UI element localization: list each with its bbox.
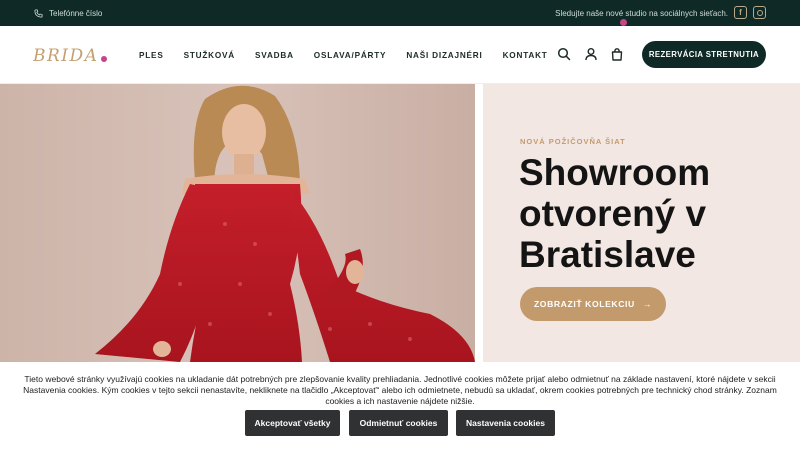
nav-stuzkova[interactable]: STUŽKOVÁ: [184, 51, 235, 60]
cookie-text: Tieto webové stránky využívajú cookies n…: [23, 374, 777, 406]
instagram-icon[interactable]: [753, 6, 766, 19]
search-icon[interactable]: [557, 47, 571, 61]
nav-ples[interactable]: PLES: [139, 51, 164, 60]
hero-eyebrow: NOVÁ POŽIČOVŇA ŠIAT: [520, 137, 626, 146]
view-collection-label: ZOBRAZIŤ KOLEKCIU: [533, 299, 635, 309]
nav-oslava-party[interactable]: OSLAVA/PÁRTY: [314, 51, 387, 60]
hero-divider: [475, 84, 483, 362]
phone-label: Telefónne číslo: [49, 8, 103, 18]
top-bar: Telefónne číslo Sledujte naše nové studi…: [0, 0, 800, 26]
cart-badge: [620, 19, 627, 26]
facebook-icon[interactable]: f: [734, 6, 747, 19]
reject-cookies-button[interactable]: Odmietnuť cookies: [349, 410, 448, 436]
phone-icon: [34, 8, 43, 18]
hero-image: [0, 84, 475, 362]
svg-text:BRIDA: BRIDA: [33, 46, 98, 66]
phone-link[interactable]: Telefónne číslo: [34, 0, 102, 26]
main-nav: PLES STUŽKOVÁ SVADBA OSLAVA/PÁRTY NAŠI D…: [139, 26, 568, 84]
hero-headline: Showroom otvorený v Bratislave: [519, 152, 711, 275]
nav-svadba[interactable]: SVADBA: [255, 51, 294, 60]
nav-nasi-dizajneri[interactable]: NAŠI DIZAJNÉRI: [406, 51, 482, 60]
follow-text: Sledujte naše nové studio na sociálnych …: [555, 8, 728, 18]
logo-mark: BRIDA: [33, 46, 107, 66]
cookie-settings-button[interactable]: Nastavenia cookies: [456, 410, 555, 436]
hero-photo: [0, 84, 475, 362]
cart-icon[interactable]: [610, 47, 624, 61]
reservation-button[interactable]: REZERVÁCIA STRETNUTIA: [642, 41, 766, 68]
accept-all-cookies-button[interactable]: Akceptovať všetky: [245, 410, 340, 436]
arrow-right-icon: →: [642, 299, 653, 309]
brand-logo[interactable]: BRIDA: [33, 44, 109, 66]
view-collection-button[interactable]: ZOBRAZIŤ KOLEKCIU →: [520, 287, 666, 321]
nav-kontakt[interactable]: KONTAKT: [503, 51, 548, 60]
user-icon[interactable]: [584, 47, 598, 61]
